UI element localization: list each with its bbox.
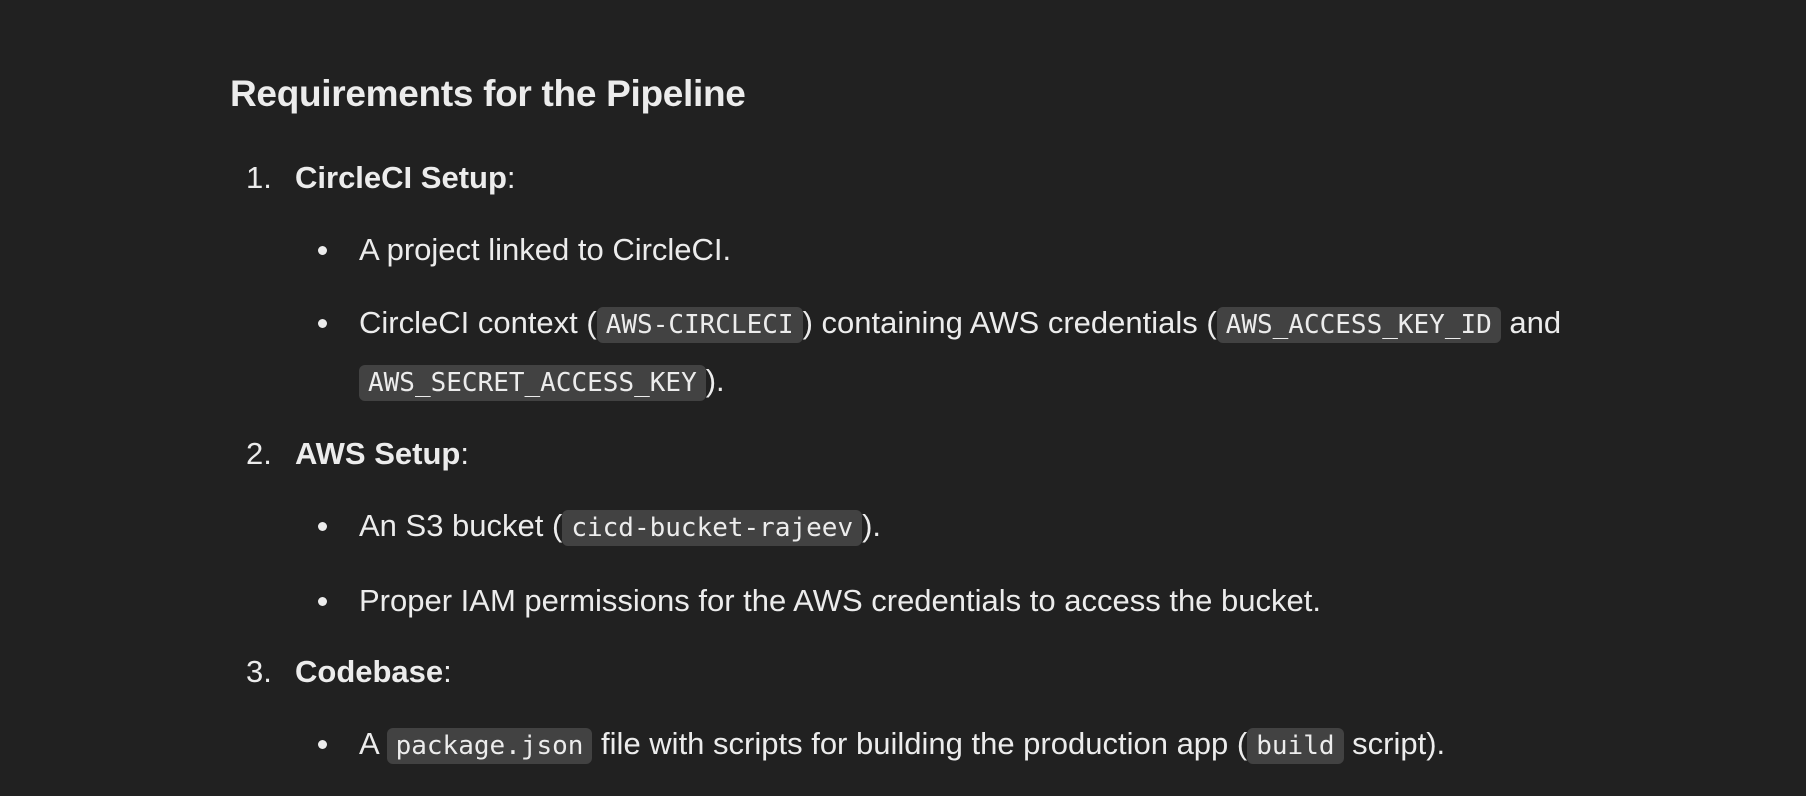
step-number: 1. [246, 160, 272, 195]
step-number: 2. [246, 436, 272, 471]
inline-code: cicd-bucket-rajeev [562, 510, 863, 546]
item-text: A project linked to CircleCI. [359, 232, 731, 267]
step-title-suffix: : [443, 654, 452, 689]
list-item: A project linked to CircleCI. [295, 222, 1650, 278]
item-text-part: and [1500, 305, 1562, 340]
step-items: An S3 bucket (cicd-bucket-rajeev). Prope… [295, 498, 1650, 629]
step-items: A project linked to CircleCI. CircleCI c… [295, 222, 1650, 411]
section-heading: Requirements for the Pipeline [230, 73, 746, 114]
step-title: Codebase [295, 654, 444, 689]
step-title: AWS Setup [295, 436, 461, 471]
item-text-part: script). [1343, 726, 1446, 761]
inline-code: AWS_SECRET_ACCESS_KEY [359, 365, 706, 401]
step-title-suffix: : [506, 160, 516, 195]
step-items: A package.json file with scripts for bui… [295, 716, 1650, 774]
item-text: A package.json file with scripts for bui… [359, 726, 1446, 764]
item-text-part: CircleCI context ( [359, 305, 597, 340]
item-text-part: A [359, 726, 387, 761]
item-text: Proper IAM permissions for the AWS crede… [359, 583, 1321, 618]
step-heading: Codebase: [295, 646, 1650, 698]
list-item: An S3 bucket (cicd-bucket-rajeev). [295, 498, 1650, 556]
bullet-icon [318, 246, 327, 255]
list-item: Proper IAM permissions for the AWS crede… [295, 573, 1650, 629]
bullet-icon [318, 319, 327, 328]
inline-code: package.json [386, 728, 593, 764]
list-item: A package.json file with scripts for bui… [295, 716, 1650, 774]
requirement-step: 3. Codebase: A package.json file with sc… [230, 646, 1650, 774]
step-title: CircleCI Setup [295, 160, 507, 195]
item-text-part: ). [705, 363, 725, 398]
requirement-step: 1. CircleCI Setup: A project linked to C… [230, 152, 1650, 411]
item-text-part: ) containing AWS credentials ( [802, 305, 1217, 340]
bullet-icon [318, 597, 327, 606]
step-number: 3. [246, 654, 272, 689]
requirement-step: 2. AWS Setup: An S3 bucket (cicd-bucket-… [230, 428, 1650, 629]
item-text-part: A project linked to CircleCI. [359, 232, 732, 267]
step-heading: AWS Setup: [295, 428, 1650, 480]
list-item: CircleCI context (AWS-CIRCLECI) containi… [295, 295, 1650, 411]
bullet-icon [318, 522, 327, 531]
item-text-part: file with scripts for building the produ… [592, 726, 1248, 761]
item-text-part: An S3 bucket ( [359, 508, 563, 543]
bullet-icon [318, 740, 327, 749]
inline-code: build [1247, 728, 1344, 764]
item-text: An S3 bucket (cicd-bucket-rajeev). [359, 508, 882, 546]
item-text: CircleCI context (AWS-CIRCLECI) containi… [359, 305, 1562, 401]
requirements-list: 1. CircleCI Setup: A project linked to C… [230, 152, 1650, 774]
message-content: Requirements for the Pipeline 1. CircleC… [230, 64, 1650, 791]
inline-code: AWS_ACCESS_KEY_ID [1216, 307, 1501, 343]
inline-code: AWS-CIRCLECI [596, 307, 803, 343]
step-heading: CircleCI Setup: [295, 152, 1650, 204]
item-text-part: Proper IAM permissions for the AWS crede… [359, 583, 1321, 618]
item-text-part: ). [862, 508, 882, 543]
step-title-suffix: : [460, 436, 469, 471]
